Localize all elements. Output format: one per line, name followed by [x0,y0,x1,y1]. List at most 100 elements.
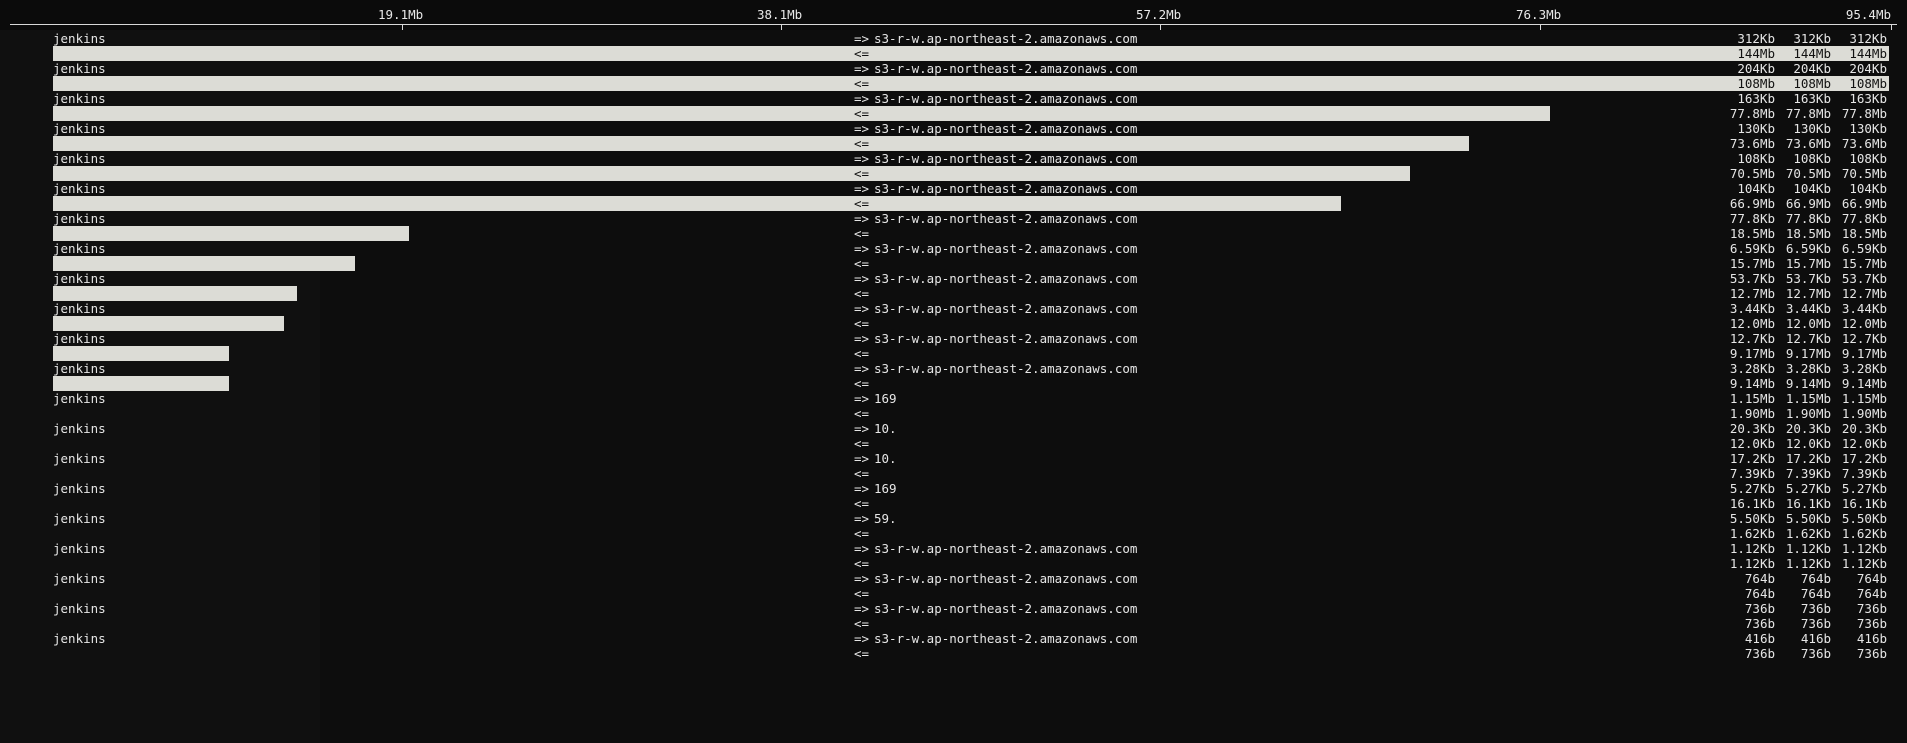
recv-rates: 1.62Kb 1.62Kb 1.62Kb [1719,526,1887,541]
sent-rate-value: 736b [1856,601,1887,616]
recv-line: <= 736b 736b 736b [0,646,1907,661]
recv-line: <= 12.7Mb 12.7Mb 12.7Mb [0,286,1907,301]
sent-rate-value: 53.7Kb [1729,271,1775,286]
local-host: jenkins [53,151,106,166]
local-host: jenkins [53,241,106,256]
recv-arrow: <= [854,406,870,421]
recv-rates: 1.12Kb 1.12Kb 1.12Kb [1719,556,1887,571]
sent-rates: 104Kb 104Kb 104Kb [1719,181,1887,196]
recv-rates: 70.5Mb 70.5Mb 70.5Mb [1719,166,1887,181]
connection-list: jenkins => s3-r-w.ap-northeast-2.amazonaws… [0,31,1907,661]
remote-host: s3-r-w.ap-northeast-2.amazonaws.com [874,631,1138,646]
sent-rate-value: 1.12Kb [1729,541,1775,556]
sent-rate-value: 12.7Kb [1729,331,1775,346]
sent-rates: 3.28Kb 3.28Kb 3.28Kb [1719,361,1887,376]
recv-line: <= 7.39Kb 7.39Kb 7.39Kb [0,466,1907,481]
sent-arrow: => [854,211,870,226]
sent-rate-value: 163Kb [1849,91,1887,106]
connection-row: jenkins => 59. 5.50Kb 5.50Kb 5.50Kb <= 1.62Kb 1.… [0,511,1907,541]
recv-rate-value: 66.9Mb [1729,196,1775,211]
recv-rate-value: 764b [1800,586,1831,601]
recv-line: <= 12.0Kb 12.0Kb 12.0Kb [0,436,1907,451]
sent-line: jenkins => s3-r-w.ap-northeast-2.amazonaws… [0,211,1907,226]
local-host: jenkins [53,511,106,526]
sent-rate-value: 130Kb [1793,121,1831,136]
local-host: jenkins [53,61,106,76]
sent-rate-value: 204Kb [1737,61,1775,76]
remote-host: s3-r-w.ap-northeast-2.amazonaws.com [874,211,1138,226]
recv-rate-value: 144Mb [1793,46,1831,61]
sent-rates: 53.7Kb 53.7Kb 53.7Kb [1719,271,1887,286]
sent-rate-value: 77.8Kb [1841,211,1887,226]
connection-row: jenkins => s3-r-w.ap-northeast-2.amazonaws… [0,31,1907,61]
remote-host: s3-r-w.ap-northeast-2.amazonaws.com [874,181,1138,196]
recv-rate-value: 736b [1744,616,1775,631]
remote-host: s3-r-w.ap-northeast-2.amazonaws.com [874,61,1138,76]
sent-rates: 5.27Kb 5.27Kb 5.27Kb [1719,481,1887,496]
local-host: jenkins [53,601,106,616]
scale-tick-mark [781,24,782,30]
recv-rate-value: 1.90Mb [1785,406,1831,421]
sent-line: jenkins => s3-r-w.ap-northeast-2.amazonaws… [0,151,1907,166]
sent-rate-value: 416b [1800,631,1831,646]
sent-rate-value: 736b [1744,601,1775,616]
remote-host: s3-r-w.ap-northeast-2.amazonaws.com [874,151,1138,166]
scale-tick-mark [1540,24,1541,30]
remote-host: s3-r-w.ap-northeast-2.amazonaws.com [874,241,1138,256]
sent-arrow: => [854,271,870,286]
connection-row: jenkins => s3-r-w.ap-northeast-2.amazonaws… [0,121,1907,151]
scale-tick-label: 19.1Mb [378,7,424,22]
sent-line: jenkins => s3-r-w.ap-northeast-2.amazonaws… [0,241,1907,256]
recv-arrow: <= [854,46,870,61]
recv-rate-value: 1.12Kb [1785,556,1831,571]
recv-rate-value: 16.1Kb [1729,496,1775,511]
sent-line: jenkins => s3-r-w.ap-northeast-2.amazonaws… [0,61,1907,76]
sent-line: jenkins => 10. 20.3Kb 20.3Kb 20.3Kb [0,421,1907,436]
local-host: jenkins [53,91,106,106]
scale-tick-mark [1160,24,1161,30]
sent-rate-value: 77.8Kb [1785,211,1831,226]
sent-rate-value: 1.15Mb [1841,391,1887,406]
sent-rate-value: 3.28Kb [1841,361,1887,376]
sent-rate-value: 163Kb [1737,91,1775,106]
sent-line: jenkins => s3-r-w.ap-northeast-2.amazonaws… [0,541,1907,556]
recv-rate-value: 77.8Mb [1729,106,1775,121]
recv-line: <= 1.12Kb 1.12Kb 1.12Kb [0,556,1907,571]
sent-rate-value: 204Kb [1793,61,1831,76]
recv-arrow: <= [854,76,870,91]
recv-rate-value: 9.17Mb [1785,346,1831,361]
recv-arrow: <= [854,166,870,181]
local-host: jenkins [53,181,106,196]
recv-rates: 77.8Mb 77.8Mb 77.8Mb [1719,106,1887,121]
sent-rate-value: 5.27Kb [1785,481,1831,496]
recv-rate-value: 9.17Mb [1729,346,1775,361]
remote-host: 10. [874,421,897,436]
sent-line: jenkins => s3-r-w.ap-northeast-2.amazonaws… [0,31,1907,46]
sent-arrow: => [854,571,870,586]
recv-arrow: <= [854,586,870,601]
connection-row: jenkins => s3-r-w.ap-northeast-2.amazonaws… [0,301,1907,331]
recv-line: <= 15.7Mb 15.7Mb 15.7Mb [0,256,1907,271]
recv-rate-value: 764b [1856,586,1887,601]
sent-rate-value: 6.59Kb [1729,241,1775,256]
recv-rate-value: 7.39Kb [1785,466,1831,481]
sent-rate-value: 416b [1856,631,1887,646]
recv-rates: 12.0Kb 12.0Kb 12.0Kb [1719,436,1887,451]
sent-rate-value: 53.7Kb [1841,271,1887,286]
sent-rate-value: 312Kb [1793,31,1831,46]
sent-rate-value: 163Kb [1793,91,1831,106]
recv-rates: 12.0Mb 12.0Mb 12.0Mb [1719,316,1887,331]
recv-rate-value: 736b [1800,646,1831,661]
sent-rate-value: 1.12Kb [1841,541,1887,556]
sent-rate-value: 3.44Kb [1785,301,1831,316]
recv-arrow: <= [854,346,870,361]
recv-arrow: <= [854,376,870,391]
sent-rate-value: 1.15Mb [1785,391,1831,406]
sent-rate-value: 5.50Kb [1785,511,1831,526]
sent-rate-value: 204Kb [1849,61,1887,76]
sent-line: jenkins => s3-r-w.ap-northeast-2.amazonaws… [0,91,1907,106]
connection-row: jenkins => 169 5.27Kb 5.27Kb 5.27Kb <= 16.1Kb 16… [0,481,1907,511]
connection-row: jenkins => s3-r-w.ap-northeast-2.amazonaws… [0,271,1907,301]
sent-rate-value: 312Kb [1737,31,1775,46]
recv-arrow: <= [854,466,870,481]
